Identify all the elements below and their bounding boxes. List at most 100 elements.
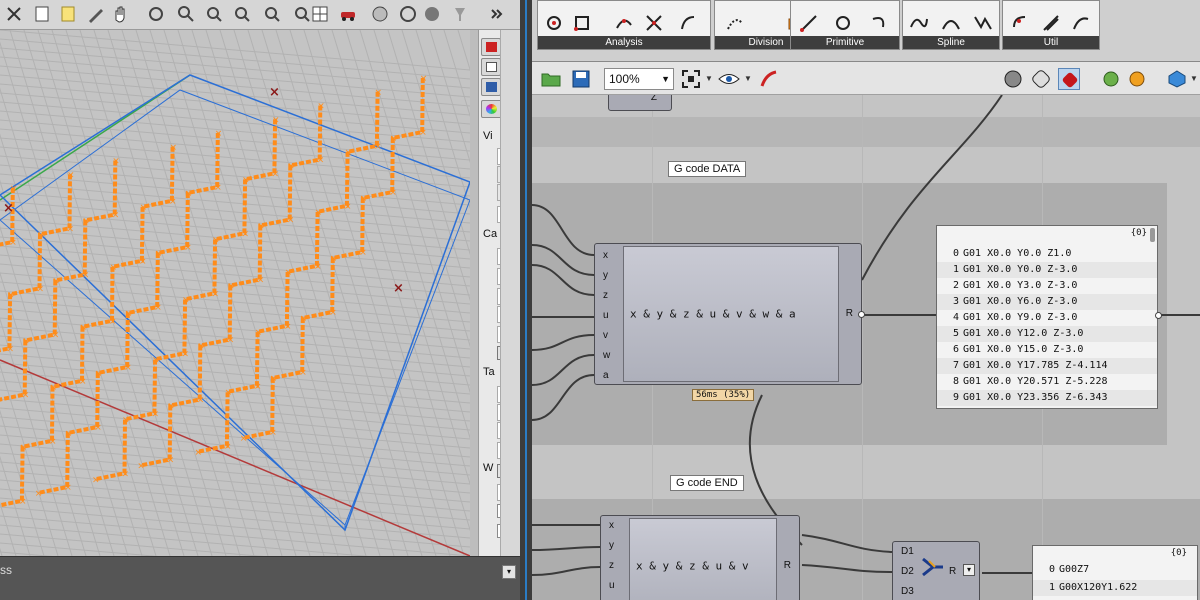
row-index: 0 bbox=[1048, 564, 1055, 575]
shape-icon[interactable] bbox=[1166, 68, 1188, 90]
curve-point-marker: × bbox=[185, 189, 193, 199]
bounding-box-icon[interactable] bbox=[572, 13, 592, 33]
preview-eye-icon[interactable] bbox=[718, 68, 740, 90]
gcode-end-panel[interactable]: {0} 0 G00Z7 1 G00X120Y1.622 bbox=[1032, 545, 1198, 600]
input-y[interactable]: y bbox=[603, 270, 608, 281]
perspective-viewport[interactable]: × × × × × × × × × × × × × × × × × × × × × × × × × × × × × × × × × × × × × × × ×… bbox=[0, 30, 470, 556]
gcode-data-panel[interactable]: {0} 0 G01 X0.0 Y0.0 Z1.0 1 G01 X0.0 Y0.0 Z-… bbox=[936, 225, 1162, 409]
window-splitter[interactable] bbox=[520, 0, 532, 600]
zoom-selected-icon[interactable] bbox=[262, 4, 282, 24]
input-x[interactable]: x bbox=[609, 520, 614, 531]
grasshopper-canvas[interactable]: Z G code DATA G code END x y z u v w a x… bbox=[532, 95, 1200, 600]
circle-icon[interactable] bbox=[833, 13, 853, 33]
input-a[interactable]: a bbox=[603, 370, 609, 381]
input-y[interactable]: y bbox=[609, 540, 614, 551]
open-file-icon[interactable] bbox=[540, 68, 562, 90]
top-stub-component[interactable]: Z bbox=[608, 95, 672, 111]
input-v[interactable]: v bbox=[603, 330, 608, 341]
output-r[interactable]: R bbox=[846, 308, 853, 319]
wireframe-preview-icon[interactable] bbox=[1002, 68, 1024, 90]
expression-component-end[interactable]: x y z u x & y & z & u & v R bbox=[600, 515, 800, 600]
divide-curve-icon[interactable] bbox=[725, 13, 745, 33]
input-d2[interactable]: D2 bbox=[901, 566, 914, 577]
panel-scrollbar[interactable] bbox=[500, 30, 520, 556]
chevron-down-icon[interactable]: ▼ bbox=[1190, 74, 1198, 83]
curve-point-marker: × bbox=[317, 156, 325, 166]
rendered-icon[interactable] bbox=[398, 4, 418, 24]
input-u[interactable]: u bbox=[609, 580, 615, 591]
join-icon[interactable] bbox=[1071, 13, 1091, 33]
properties-tab[interactable] bbox=[481, 38, 501, 56]
car-icon[interactable] bbox=[338, 4, 358, 24]
command-line[interactable]: ss bbox=[0, 556, 520, 600]
fillet-icon[interactable] bbox=[1011, 13, 1031, 33]
group-label-end[interactable]: G code END bbox=[670, 475, 744, 491]
command-history-button[interactable]: ▾ bbox=[502, 565, 516, 579]
group-label-data[interactable]: G code DATA bbox=[668, 161, 747, 177]
output-r[interactable]: R bbox=[784, 560, 791, 571]
toolbar-overflow-icon[interactable] bbox=[486, 4, 506, 24]
input-z[interactable]: z bbox=[609, 560, 614, 571]
line-icon[interactable] bbox=[799, 13, 819, 33]
zoom-extents-icon[interactable] bbox=[680, 68, 702, 90]
input-z[interactable]: z bbox=[603, 290, 608, 301]
zoom-extents-icon[interactable] bbox=[232, 4, 252, 24]
merge-component[interactable]: D1 D2 D3 R ▾ bbox=[892, 541, 980, 600]
zoom-icon[interactable] bbox=[176, 4, 196, 24]
shaded-preview-icon[interactable] bbox=[1030, 68, 1052, 90]
light-icon[interactable] bbox=[450, 4, 470, 24]
curve-frame-icon[interactable] bbox=[678, 13, 698, 33]
save-file-icon[interactable] bbox=[570, 68, 592, 90]
shaded-icon[interactable] bbox=[422, 4, 442, 24]
output-port[interactable] bbox=[1155, 312, 1162, 319]
curve-closest-icon[interactable] bbox=[614, 13, 634, 33]
input-w[interactable]: w bbox=[603, 350, 610, 361]
ghosted-icon[interactable] bbox=[370, 4, 390, 24]
pan-hand-icon[interactable] bbox=[110, 4, 130, 24]
zoom-window-icon[interactable] bbox=[204, 4, 224, 24]
row-text: G01 X0.0 Y6.0 Z-3.0 bbox=[963, 296, 1078, 307]
chevron-down-icon[interactable]: ▼ bbox=[744, 74, 752, 83]
panel-scrollbar[interactable] bbox=[1150, 228, 1155, 242]
pen-icon[interactable] bbox=[86, 4, 106, 24]
sketch-pen-icon[interactable] bbox=[758, 68, 780, 90]
expression-component-data[interactable]: x y z u v w a x & y & z & u & v & w & a … bbox=[594, 243, 865, 385]
ribbon-group-label: Primitive bbox=[791, 36, 899, 49]
input-d1[interactable]: D1 bbox=[901, 546, 914, 557]
grid-line bbox=[0, 497, 470, 539]
help-tab[interactable] bbox=[481, 78, 501, 96]
grid-line bbox=[0, 30, 470, 71]
selected-preview-icon[interactable] bbox=[1058, 68, 1080, 90]
area-icon[interactable] bbox=[544, 13, 564, 33]
curve-point-marker: × bbox=[272, 115, 280, 125]
curve-point-marker: × bbox=[420, 74, 428, 84]
layers-tab[interactable] bbox=[481, 58, 501, 76]
bake-icon[interactable] bbox=[1100, 68, 1122, 90]
material-icon[interactable] bbox=[1126, 68, 1148, 90]
input-d3[interactable]: D3 bbox=[901, 586, 914, 597]
interpolate-icon[interactable] bbox=[909, 13, 929, 33]
box-icon[interactable] bbox=[32, 4, 52, 24]
input-u[interactable]: u bbox=[603, 310, 609, 321]
flatten-icon[interactable]: ▾ bbox=[963, 564, 975, 576]
input-x[interactable]: x bbox=[603, 250, 608, 261]
offset-icon[interactable] bbox=[1041, 13, 1061, 33]
nurbs-curve-icon[interactable] bbox=[941, 13, 961, 33]
chevron-down-icon[interactable]: ▼ bbox=[705, 74, 713, 83]
output-port[interactable] bbox=[858, 311, 865, 318]
curve-point-marker: × bbox=[344, 202, 352, 212]
expression-body[interactable]: x & y & z & u & v bbox=[629, 518, 777, 600]
rotate-view-icon[interactable] bbox=[146, 4, 166, 24]
intersect-icon[interactable] bbox=[644, 13, 664, 33]
zoom-target-icon[interactable] bbox=[292, 4, 312, 24]
arc-icon[interactable] bbox=[869, 13, 889, 33]
viewport-layout-icon[interactable] bbox=[310, 4, 330, 24]
expression-body[interactable]: x & y & z & u & v & w & a bbox=[623, 246, 839, 382]
zoom-dropdown[interactable]: 100% ▼ bbox=[604, 68, 674, 90]
output-r[interactable]: R bbox=[949, 566, 956, 577]
cross-icon[interactable] bbox=[4, 4, 24, 24]
polyline-icon[interactable] bbox=[973, 13, 993, 33]
properties-icon bbox=[486, 42, 497, 52]
note-icon[interactable] bbox=[58, 4, 78, 24]
curve-point-marker: × bbox=[314, 262, 322, 272]
